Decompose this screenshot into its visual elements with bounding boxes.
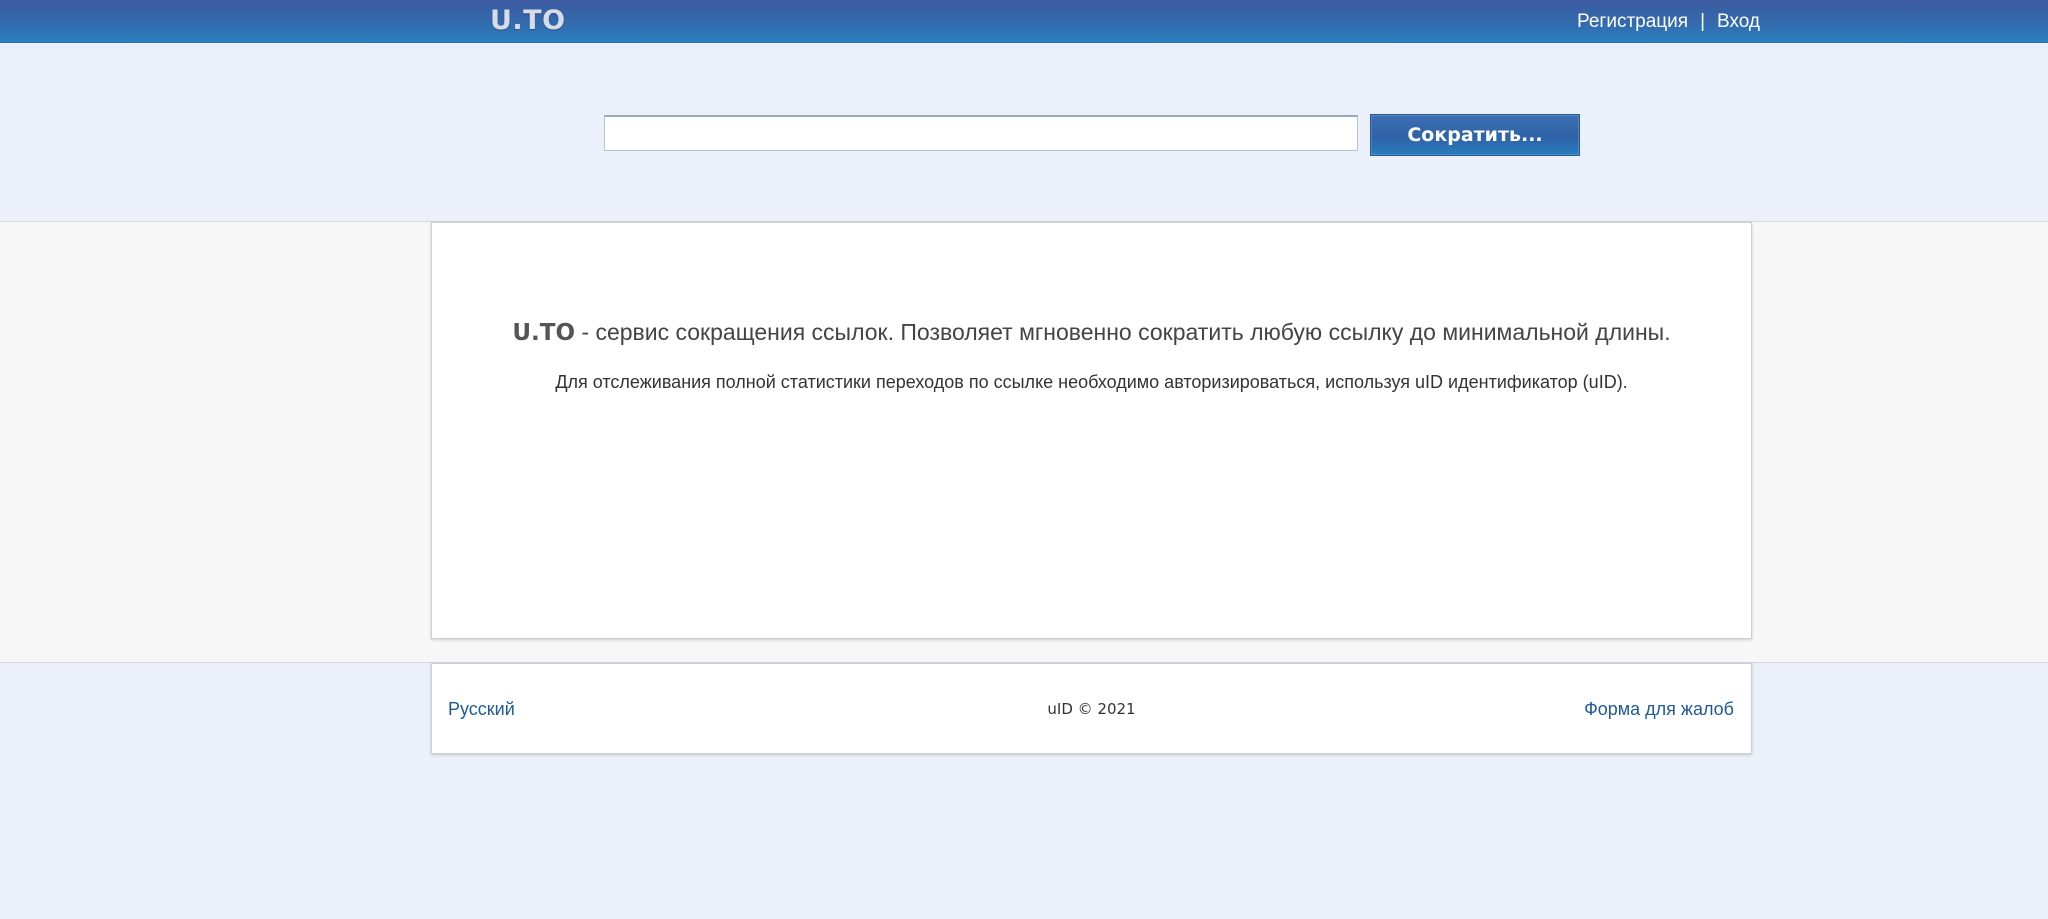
auth-separator: | [1700,11,1706,32]
headline-text: - сервис сокращения ссылок. Позволяет мг… [575,319,1671,345]
url-input[interactable] [604,115,1358,151]
footer: Русский uID © 2021 Форма для жалоб [431,663,1752,754]
site-logo[interactable]: U.TO [490,5,566,36]
auth-links: Регистрация | Вход [1577,11,1760,33]
service-description: U.TO - сервис сокращения ссылок. Позволя… [432,319,1751,346]
shorten-button[interactable]: Сократить... [1370,114,1580,156]
login-link[interactable]: Вход [1717,11,1760,33]
top-navigation-bar: U.TO Регистрация | Вход [0,0,2048,43]
complaint-form-link[interactable]: Форма для жалоб [1584,699,1734,720]
statistics-note: Для отслеживания полной статистики перех… [555,372,1628,392]
brand-name: U.TO [512,320,576,346]
content-panel: U.TO - сервис сокращения ссылок. Позволя… [431,222,1752,639]
shorten-form-area: Сократить... [0,43,2048,222]
main-band: U.TO - сервис сокращения ссылок. Позволя… [0,222,2048,663]
copyright: uID © 2021 [1047,700,1136,718]
register-link[interactable]: Регистрация [1577,11,1688,33]
